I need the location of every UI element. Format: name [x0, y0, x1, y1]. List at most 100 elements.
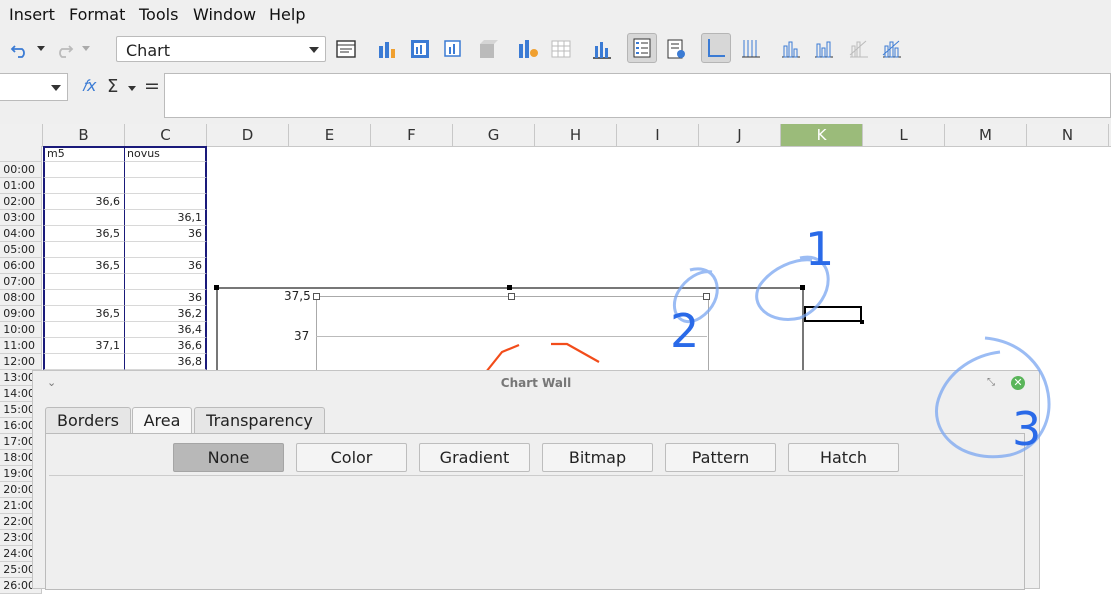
cell-c[interactable] — [125, 178, 207, 194]
chart-wizard-icon[interactable] — [516, 37, 540, 61]
chart-handle[interactable] — [507, 285, 512, 290]
sum-icon[interactable]: Σ — [107, 76, 118, 97]
row-header[interactable]: 12:00 — [0, 354, 42, 370]
cell-b[interactable]: 36,6 — [43, 194, 125, 210]
menu-window[interactable]: Window — [193, 5, 256, 24]
column-header-m[interactable]: M — [945, 124, 1027, 146]
formula-icon[interactable]: = — [144, 75, 160, 97]
chart-handle[interactable] — [214, 285, 219, 290]
row-header[interactable]: 00:00 — [0, 162, 42, 178]
table-icon[interactable] — [549, 37, 573, 61]
cell-cursor[interactable] — [804, 306, 862, 322]
legend-icon[interactable] — [664, 37, 688, 61]
cell-c[interactable] — [125, 162, 207, 178]
restore-icon[interactable]: ⤡ — [987, 377, 995, 388]
bar-chart-icon-4[interactable] — [880, 37, 904, 61]
row-header[interactable]: 11:00 — [0, 338, 42, 354]
undo-dropdown-icon[interactable] — [37, 46, 45, 51]
row-header[interactable]: 09:00 — [0, 306, 42, 322]
cell-c[interactable]: 36,4 — [125, 322, 207, 338]
cell-c[interactable]: novus — [125, 146, 207, 162]
redo-dropdown-icon[interactable] — [82, 46, 90, 51]
redo-icon[interactable] — [52, 37, 76, 61]
sum-dropdown-icon[interactable] — [128, 86, 136, 91]
menu-format[interactable]: Format — [69, 5, 125, 24]
menu-insert[interactable]: Insert — [9, 5, 55, 24]
cell-b[interactable] — [43, 242, 125, 258]
area-bitmap-button[interactable]: Bitmap — [542, 443, 653, 472]
column-header-l[interactable]: L — [863, 124, 945, 146]
titles-icon[interactable] — [590, 37, 614, 61]
cell-c[interactable]: 36,8 — [125, 354, 207, 370]
tab-area[interactable]: Area — [132, 407, 192, 434]
cell-b[interactable] — [43, 354, 125, 370]
chevron-down-icon[interactable] — [51, 85, 61, 91]
close-icon[interactable]: ✕ — [1011, 376, 1025, 390]
row-header[interactable] — [0, 146, 42, 162]
dialog-titlebar[interactable]: ⌄ Chart Wall ⤡ ✕ — [33, 371, 1039, 397]
column-header-j[interactable]: J — [699, 124, 781, 146]
menu-tools[interactable]: Tools — [139, 5, 178, 24]
cell-b[interactable] — [43, 178, 125, 194]
bar-chart-icon[interactable] — [779, 37, 803, 61]
function-wizard-icon[interactable]: 𝑓x — [82, 76, 96, 96]
row-header[interactable]: 03:00 — [0, 210, 42, 226]
area-color-button[interactable]: Color — [296, 443, 407, 472]
cell-b[interactable]: m5 — [43, 146, 125, 162]
row-header[interactable]: 04:00 — [0, 226, 42, 242]
format-selection-icon[interactable] — [334, 37, 358, 61]
cell-c[interactable]: 36,2 — [125, 306, 207, 322]
cell-c[interactable]: 36 — [125, 258, 207, 274]
cell-c[interactable]: 36,6 — [125, 338, 207, 354]
column-header-c[interactable]: C — [125, 124, 207, 146]
area-none-button[interactable]: None — [173, 443, 284, 472]
area-pattern-button[interactable]: Pattern — [665, 443, 776, 472]
3d-view-icon[interactable] — [475, 37, 499, 61]
cell-b[interactable] — [43, 274, 125, 290]
cell-b[interactable]: 36,5 — [43, 226, 125, 242]
area-gradient-button[interactable]: Gradient — [419, 443, 530, 472]
column-header-i[interactable]: I — [617, 124, 699, 146]
cell-c[interactable]: 36 — [125, 226, 207, 242]
cell-b[interactable]: 36,5 — [43, 306, 125, 322]
cell-b[interactable]: 36,5 — [43, 258, 125, 274]
cell-c[interactable] — [125, 274, 207, 290]
row-header[interactable]: 10:00 — [0, 322, 42, 338]
row-header[interactable]: 07:00 — [0, 274, 42, 290]
data-table-icon[interactable] — [408, 37, 432, 61]
row-header[interactable]: 01:00 — [0, 178, 42, 194]
column-header-a[interactable] — [0, 124, 43, 146]
cell-c[interactable]: 36,1 — [125, 210, 207, 226]
cell-c[interactable] — [125, 194, 207, 210]
chart-handle[interactable] — [800, 285, 805, 290]
axes-icon[interactable] — [701, 33, 731, 63]
column-header-g[interactable]: G — [453, 124, 535, 146]
column-header-e[interactable]: E — [289, 124, 371, 146]
row-header[interactable]: 06:00 — [0, 258, 42, 274]
chart-element-select[interactable]: Chart — [116, 36, 326, 62]
column-header-h[interactable]: H — [535, 124, 617, 146]
area-hatch-button[interactable]: Hatch — [788, 443, 899, 472]
tab-borders[interactable]: Borders — [45, 407, 131, 433]
cell-fill-handle[interactable] — [860, 320, 864, 324]
formula-input[interactable] — [164, 73, 1111, 118]
column-header-b[interactable]: B — [43, 124, 125, 146]
column-header-f[interactable]: F — [371, 124, 453, 146]
cell-b[interactable] — [43, 322, 125, 338]
column-header-n[interactable]: N — [1027, 124, 1109, 146]
data-ranges-icon[interactable] — [442, 37, 466, 61]
cell-b[interactable] — [43, 210, 125, 226]
cell-c[interactable]: 36 — [125, 290, 207, 306]
chart-type-icon[interactable] — [376, 37, 400, 61]
cell-b[interactable] — [43, 290, 125, 306]
column-header-k[interactable]: K — [781, 124, 863, 146]
undo-icon[interactable] — [8, 37, 32, 61]
cell-b[interactable]: 37,1 — [43, 338, 125, 354]
name-box[interactable] — [0, 73, 68, 101]
bar-chart-icon-2[interactable] — [812, 37, 836, 61]
bar-chart-icon-3[interactable] — [847, 37, 871, 61]
row-header[interactable]: 02:00 — [0, 194, 42, 210]
cell-c[interactable] — [125, 242, 207, 258]
legend-toggle-icon[interactable] — [627, 33, 657, 63]
tab-transparency[interactable]: Transparency — [194, 407, 325, 433]
